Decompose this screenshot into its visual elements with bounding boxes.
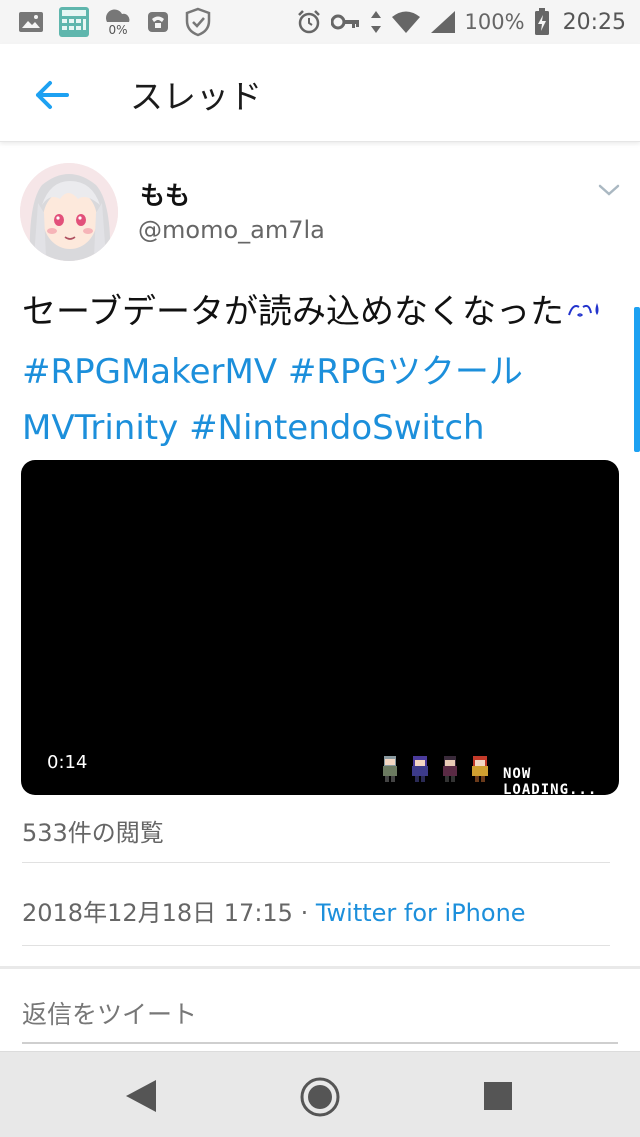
source-link[interactable]: Twitter for iPhone (316, 899, 526, 927)
screen: 0% 100% 20:25 スレッド もも @momo_am7la セーブデータ… (0, 0, 640, 1137)
battery-charging-icon (534, 8, 550, 36)
data-transfer-icon (370, 10, 382, 34)
loading-sprites (379, 754, 491, 784)
section-divider (0, 966, 640, 969)
sweat-emoji-icon (564, 288, 602, 344)
tweet-meta: 2018年12月18日 17:15 · Twitter for iPhone (22, 893, 526, 928)
tweet-body: セーブデータが読み込めなくなった (22, 292, 564, 332)
app-bar: スレッド (0, 44, 640, 142)
chevron-down-icon (598, 184, 620, 196)
wifi-icon (391, 10, 421, 34)
character-sprite-icon (472, 756, 488, 782)
system-nav-bar (0, 1051, 640, 1137)
reply-input[interactable]: 返信をツイート (22, 995, 197, 1031)
back-arrow-icon (36, 81, 69, 109)
back-button[interactable] (32, 77, 72, 113)
battery-percent: 100% (464, 10, 525, 34)
video-player[interactable]: 0:14 NOW LOADING... (21, 460, 619, 795)
hashtag-link[interactable]: #RPGMakerMV (22, 352, 277, 392)
tweet-text: セーブデータが読み込めなくなった #RPGMakerMV #RPGツクールMVT… (22, 284, 618, 456)
view-count[interactable]: 533件の閲覧 (22, 813, 164, 848)
reply-input-underline (22, 1042, 618, 1044)
divider (22, 862, 610, 863)
video-duration: 0:14 (47, 752, 88, 773)
display-name[interactable]: もも (140, 176, 190, 212)
page-title: スレッド (130, 77, 262, 116)
video-overlay-text: NOW LOADING... (503, 766, 598, 795)
user-handle[interactable]: @momo_am7la (138, 216, 325, 244)
vpn-key-icon (330, 13, 361, 31)
avatar[interactable] (20, 163, 118, 261)
phone-icon (146, 10, 170, 34)
character-sprite-icon (412, 756, 428, 782)
timestamp: 2018年12月18日 17:15 (22, 899, 293, 927)
status-system: 100% 20:25 (296, 8, 626, 36)
signal-icon (430, 10, 456, 34)
status-bar: 0% 100% 20:25 (0, 0, 640, 44)
divider (22, 945, 610, 946)
nav-home-button[interactable] (299, 1076, 341, 1122)
triangle-back-icon (126, 1080, 156, 1112)
circle-home-icon (300, 1077, 340, 1117)
data-saver-percent: 0% (108, 23, 128, 37)
square-recents-icon (484, 1082, 512, 1110)
hashtag-link[interactable]: #NintendoSwitch (189, 408, 485, 448)
character-sprite-icon (383, 756, 397, 782)
nav-back-button[interactable] (124, 1078, 158, 1118)
status-notifications: 0% (18, 6, 212, 38)
character-sprite-icon (443, 756, 457, 782)
data-saver-icon: 0% (104, 8, 132, 36)
calculator-icon (58, 6, 90, 38)
gallery-icon (18, 11, 44, 33)
meta-separator: · (292, 899, 316, 927)
alarm-icon (296, 9, 322, 35)
clock: 20:25 (562, 9, 626, 35)
scrollbar[interactable] (634, 307, 640, 452)
nav-recents-button[interactable] (483, 1081, 513, 1115)
shield-check-icon (184, 7, 212, 37)
tweet-menu-button[interactable] (596, 180, 622, 200)
